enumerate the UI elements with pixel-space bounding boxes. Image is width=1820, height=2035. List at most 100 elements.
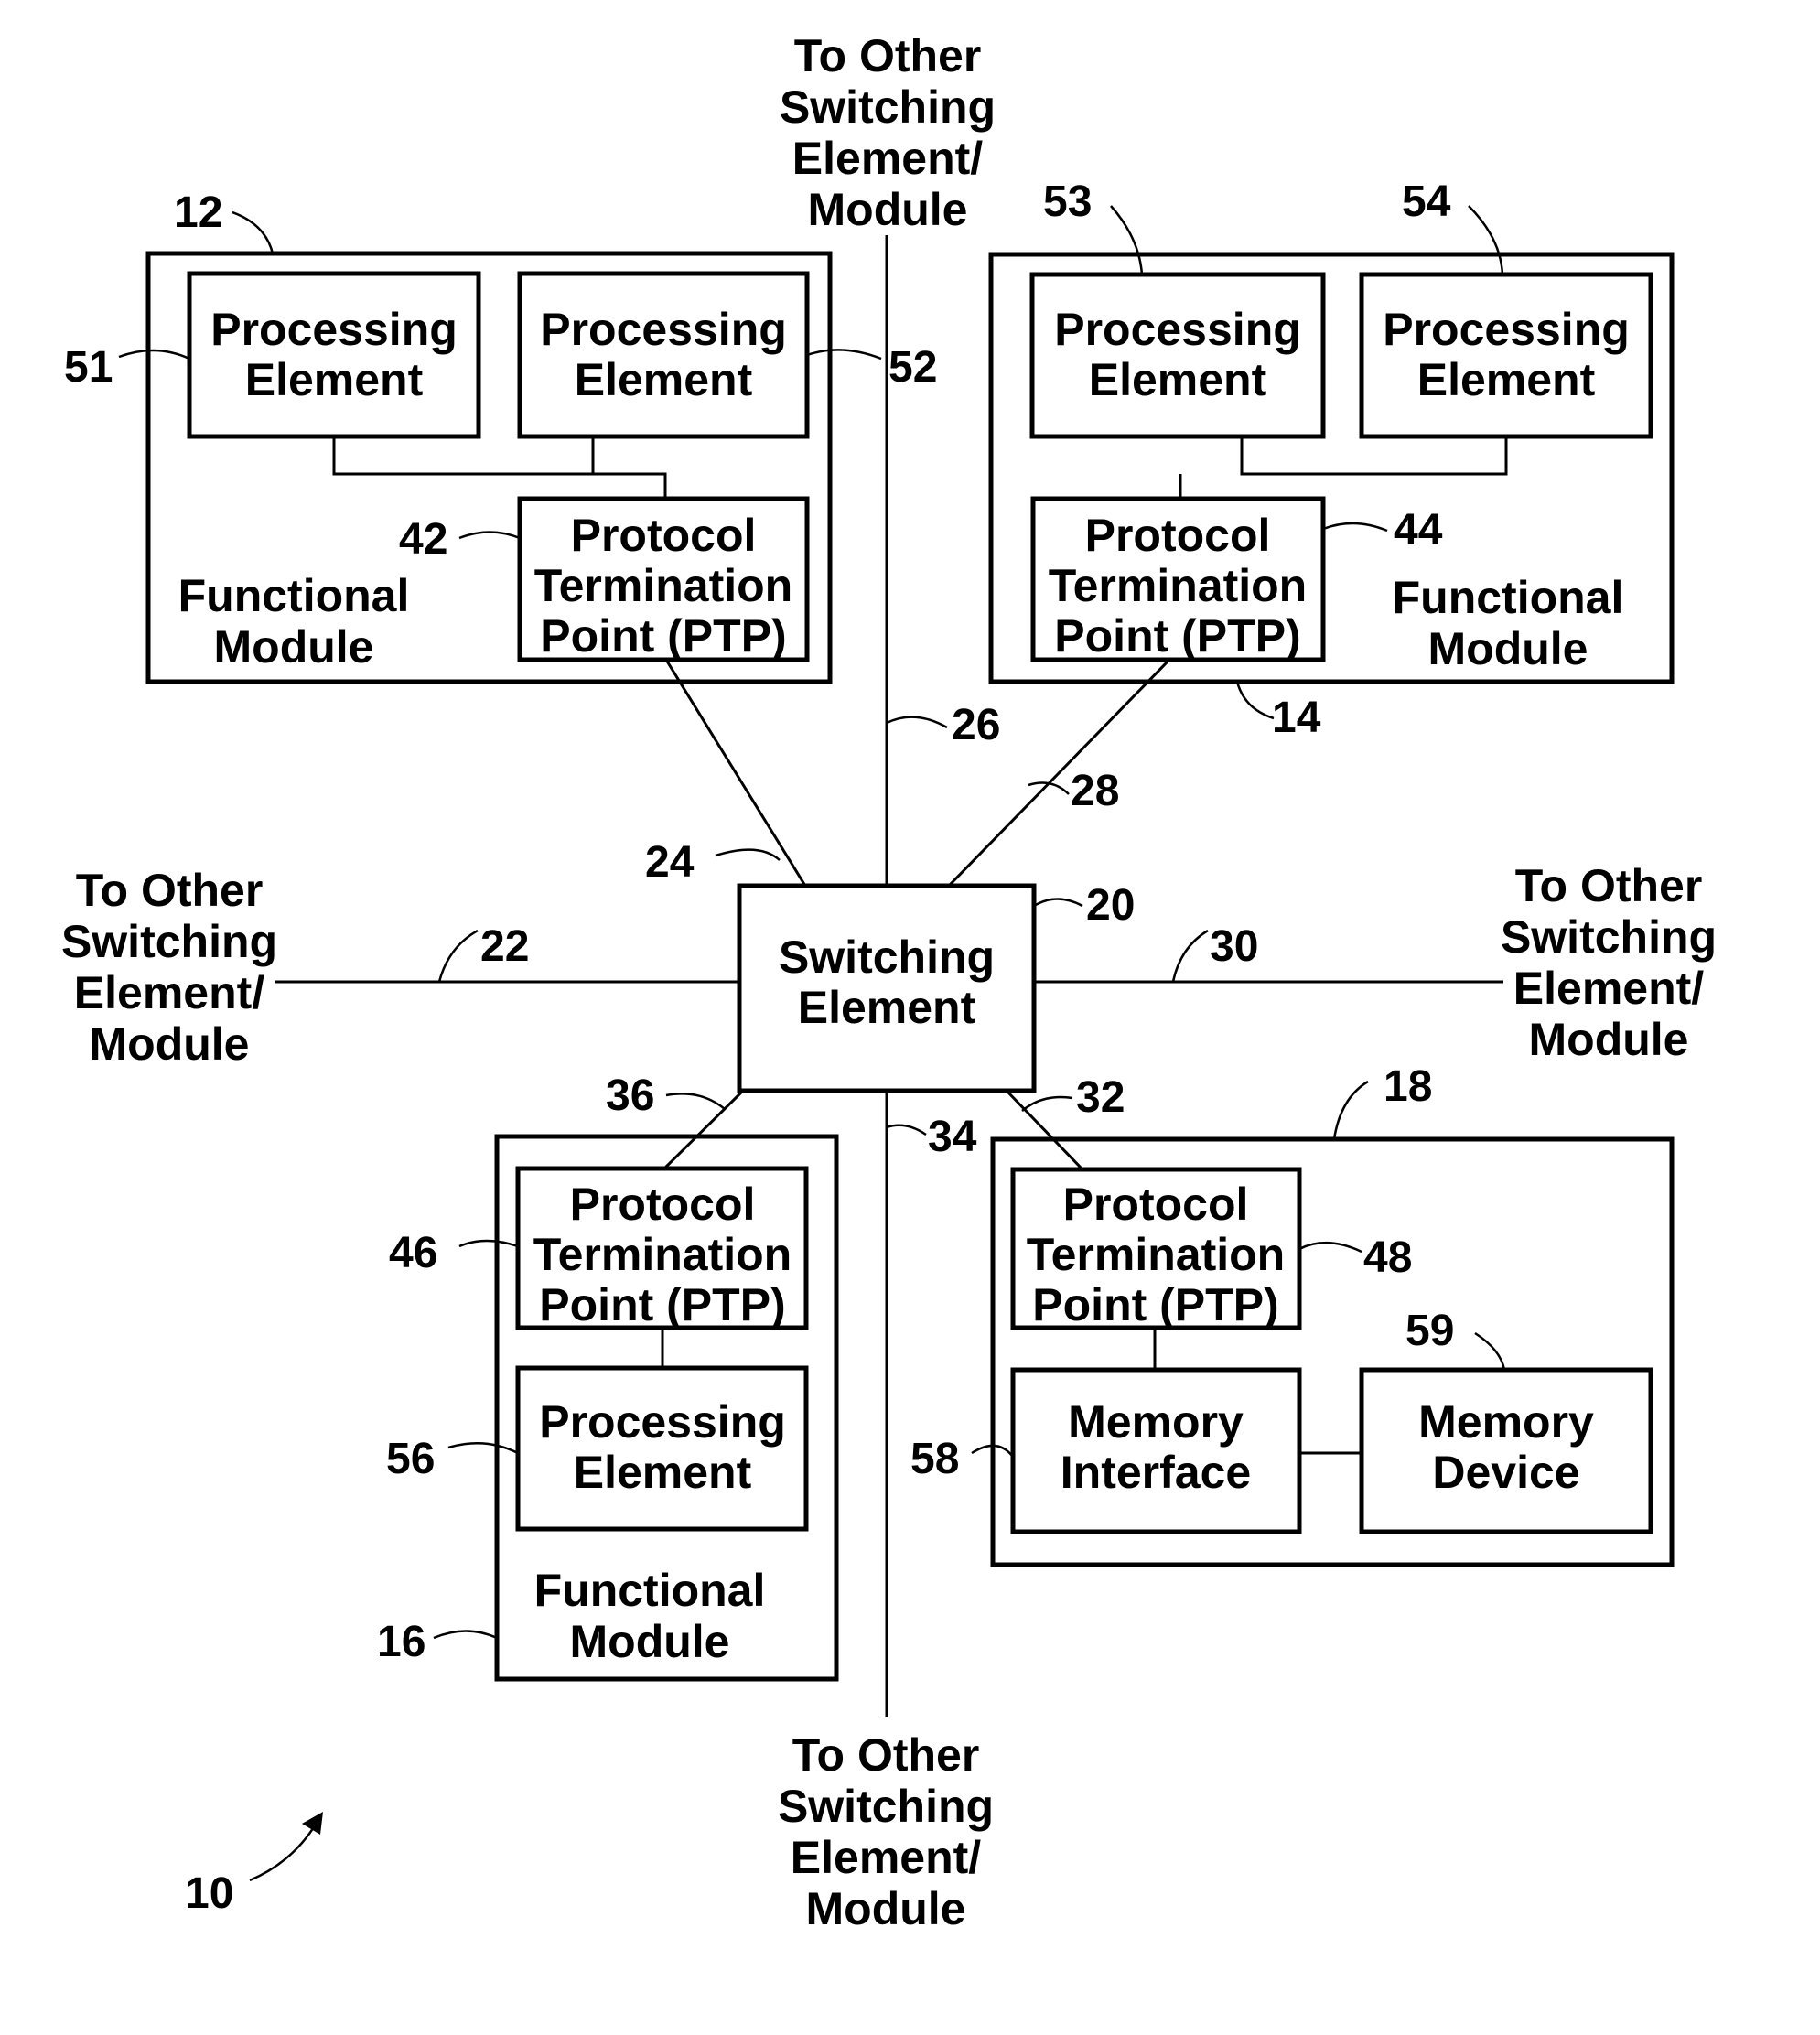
- ptp-48-line3: Point (PTP): [1032, 1279, 1278, 1330]
- switching-element-20: Switching Element: [737, 883, 1037, 1093]
- ref-36: 36: [606, 1071, 654, 1120]
- leader-26: [886, 716, 948, 729]
- ref-59: 59: [1405, 1307, 1454, 1355]
- leader-18: [1332, 1080, 1369, 1140]
- ref-10: 10: [185, 1869, 233, 1918]
- ext-west-line4: Module: [90, 1018, 250, 1070]
- ref-42: 42: [399, 515, 447, 564]
- leader-59: [1474, 1331, 1506, 1371]
- leader-48: [1298, 1241, 1362, 1254]
- ptp-42-line1: Protocol: [571, 510, 757, 561]
- ptp-46-line2: Termination: [533, 1229, 792, 1280]
- ext-east-line2: Switching: [1501, 911, 1717, 963]
- pe-56-line2: Element: [574, 1447, 752, 1498]
- ptp-42-line2: Termination: [534, 560, 792, 611]
- ref-56: 56: [386, 1435, 435, 1483]
- ptp-42-line3: Point (PTP): [540, 610, 786, 662]
- pe-52-line2: Element: [575, 354, 753, 405]
- pe-54-line2: Element: [1417, 354, 1596, 405]
- module-14-label-line1: Functional: [1393, 572, 1624, 623]
- leader-10-arrow: [249, 1822, 318, 1882]
- ptp-44-line2: Termination: [1049, 560, 1307, 611]
- functional-module-12: Processing Element Processing Element Pr…: [145, 251, 833, 684]
- ref-12: 12: [174, 188, 222, 237]
- ref-51: 51: [64, 343, 113, 392]
- leader-32: [1021, 1095, 1073, 1112]
- ref-30: 30: [1210, 922, 1258, 971]
- ext-east-line3: Element/: [1513, 963, 1705, 1014]
- leader-20: [1033, 898, 1083, 908]
- switching-element-line1: Switching: [779, 931, 995, 983]
- ext-south-line2: Switching: [778, 1781, 994, 1832]
- memory-device-line2: Device: [1432, 1447, 1579, 1498]
- leader-51: [118, 349, 190, 361]
- pe-51-line1: Processing: [210, 304, 458, 355]
- ref-46: 46: [389, 1229, 437, 1277]
- module-16-label-line1: Functional: [534, 1565, 766, 1616]
- ref-48: 48: [1363, 1233, 1412, 1282]
- memory-interface-line1: Memory: [1068, 1396, 1244, 1448]
- link-to-module-16: [662, 1089, 745, 1171]
- ext-north-line2: Switching: [780, 81, 996, 133]
- leader-54: [1468, 205, 1504, 275]
- ext-south-line3: Element/: [791, 1832, 982, 1883]
- module-12-bus: [332, 436, 667, 497]
- ext-west-line2: Switching: [61, 916, 277, 967]
- memory-device-line1: Memory: [1418, 1396, 1594, 1448]
- ptp-44-line3: Point (PTP): [1054, 610, 1300, 662]
- pe-54-line1: Processing: [1383, 304, 1630, 355]
- ref-14: 14: [1272, 694, 1321, 742]
- ext-south-line1: To Other: [792, 1729, 980, 1781]
- ref-22: 22: [480, 922, 529, 971]
- ref-16: 16: [377, 1618, 425, 1666]
- ref-58: 58: [910, 1435, 959, 1483]
- network-diagram: Processing Element Processing Element Pr…: [61, 30, 1717, 1934]
- module-16-label-line2: Module: [570, 1616, 730, 1667]
- leader-53: [1110, 205, 1144, 275]
- ref-34: 34: [928, 1113, 977, 1161]
- functional-module-16: Protocol Termination Point (PTP) Process…: [494, 1134, 839, 1682]
- link-to-module-18: [1005, 1089, 1084, 1171]
- ptp-44-line1: Protocol: [1085, 510, 1271, 561]
- leader-42: [458, 531, 521, 540]
- leader-44: [1322, 522, 1388, 533]
- module-14-label-line2: Module: [1428, 623, 1588, 674]
- external-label-north: To Other Switching Element/ Module: [780, 30, 996, 235]
- pe-56-line1: Processing: [539, 1396, 786, 1448]
- leader-24: [715, 848, 781, 861]
- ref-28: 28: [1071, 767, 1119, 815]
- ext-east-line1: To Other: [1515, 860, 1703, 911]
- pe-51-line2: Element: [245, 354, 424, 405]
- functional-module-14: Processing Element Processing Element Pr…: [988, 252, 1675, 684]
- ref-26: 26: [952, 701, 1000, 749]
- ext-north-line4: Module: [808, 184, 968, 235]
- leader-36: [665, 1093, 726, 1110]
- ref-53: 53: [1043, 178, 1092, 226]
- module-12-label-line1: Functional: [178, 570, 410, 621]
- ptp-46-line1: Protocol: [570, 1179, 756, 1230]
- module-12-label-line2: Module: [214, 621, 374, 673]
- ext-north-line1: To Other: [794, 30, 982, 81]
- ref-54: 54: [1402, 178, 1451, 226]
- ref-20: 20: [1086, 881, 1135, 930]
- ref-44: 44: [1394, 506, 1443, 555]
- leader-16: [433, 1630, 498, 1640]
- ref-32: 32: [1076, 1073, 1125, 1122]
- ref-52: 52: [888, 343, 937, 392]
- external-label-south: To Other Switching Element/ Module: [778, 1729, 994, 1934]
- ext-west-line3: Element/: [74, 967, 265, 1018]
- ref-24: 24: [645, 838, 695, 887]
- memory-interface-line2: Interface: [1061, 1447, 1251, 1498]
- leader-34: [886, 1124, 927, 1136]
- ptp-48-line2: Termination: [1027, 1229, 1285, 1280]
- switching-element-line2: Element: [798, 982, 976, 1033]
- external-label-west: To Other Switching Element/ Module: [61, 865, 277, 1070]
- leader-56: [447, 1442, 519, 1455]
- leader-22: [437, 929, 479, 983]
- external-label-east: To Other Switching Element/ Module: [1501, 860, 1717, 1065]
- ptp-46-line3: Point (PTP): [539, 1279, 785, 1330]
- ext-east-line4: Module: [1529, 1014, 1689, 1065]
- ext-south-line4: Module: [806, 1883, 966, 1934]
- link-to-module-14: [947, 658, 1171, 888]
- memory-module-18: Protocol Termination Point (PTP) Memory …: [990, 1136, 1675, 1567]
